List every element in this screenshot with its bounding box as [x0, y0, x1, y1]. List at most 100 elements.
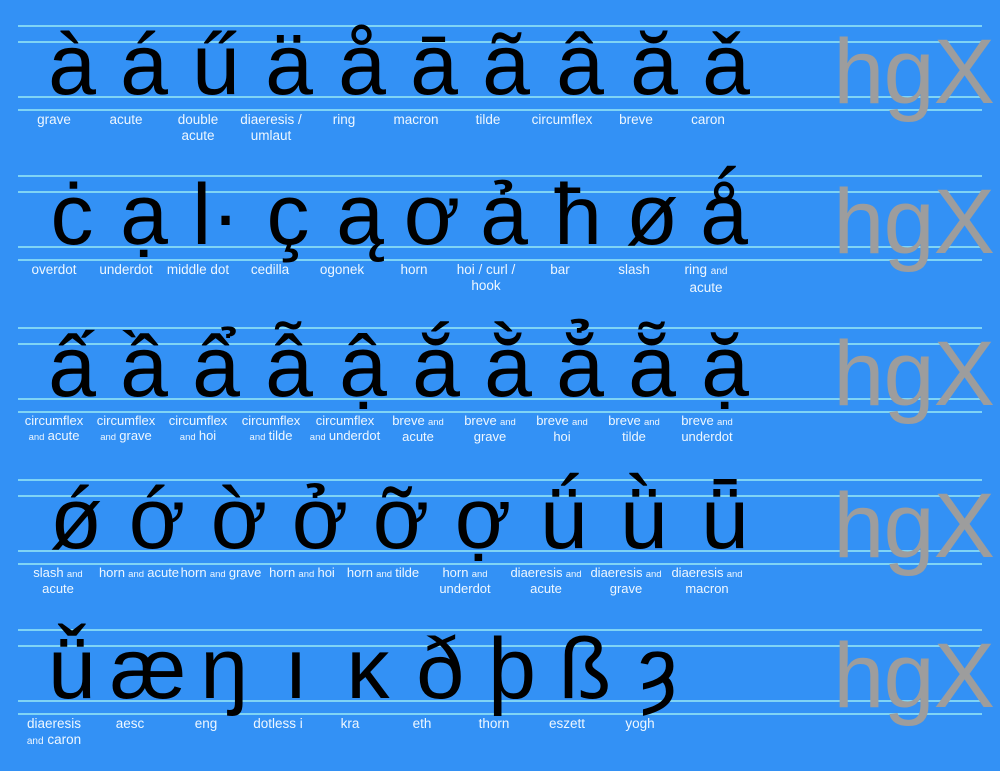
label-term: underdot [328, 428, 381, 443]
glyph-strip: ǿớờởỡợǘǜǖ [36, 476, 766, 562]
label-o-horn-underdot: horn and underdot [424, 566, 506, 597]
label-a-circumflex-acute: circumflex and acute [18, 414, 90, 445]
glyph-u-diaeresis-macron: ǖ [701, 471, 749, 567]
label-term: grave [119, 428, 152, 443]
label-term: horn [346, 565, 373, 580]
label-term: macron [685, 581, 729, 596]
specimen-row: hgX ấ ầ ẩ ẫ ậ ắ ằ ẳ ẵ ặ circumflex and acute circumf… [0, 310, 1000, 460]
label-term: horn [269, 565, 296, 580]
label-term: acute [47, 428, 80, 443]
glyph-l-middle-dot: l· [192, 167, 240, 263]
label-a-grave: grave [37, 112, 71, 127]
label-term: acute [402, 429, 434, 444]
glyph-kra: ĸ [346, 621, 390, 717]
label-conjunction: and [571, 417, 588, 428]
label-conjunction: and [66, 569, 83, 580]
label-c-cedilla: cedilla [250, 262, 290, 277]
glyph-a-circumflex-grave: ầ [120, 319, 168, 415]
hgx-watermark: hgX [833, 625, 995, 727]
label-term: horn [442, 565, 469, 580]
label-strip: circumflex and acute circumflex and grave… [18, 414, 744, 445]
label-dotless-i: dotless i [253, 716, 303, 731]
label-u-double-acute: double acute [177, 112, 219, 143]
label-o-horn-grave: horn and grave [180, 566, 262, 582]
label-conjunction: and [471, 569, 488, 580]
hgx-watermark: hgX [833, 475, 995, 577]
glyph-u-double-acute: ű [192, 17, 240, 113]
label-term: circumflex [24, 413, 84, 428]
glyph-a-breve: ă [630, 17, 678, 113]
glyph-a-tilde: ã [482, 17, 530, 113]
label-conjunction: and [28, 432, 45, 443]
glyph-o-horn: ơ [403, 167, 461, 263]
label-a-ogonek: ogonek [319, 262, 365, 277]
label-conjunction: and [499, 417, 516, 428]
typography-specimen: hgX à á ű ä å ā ã â ă ǎ grave acute double acute diaer… [0, 0, 1000, 771]
label-u-diaeresis-macron: diaeresis and macron [666, 566, 748, 597]
label-term: tilde [622, 429, 646, 444]
label-term: ring [684, 262, 708, 277]
label-u-diaeresis-caron: diaeresis and caron [18, 716, 90, 749]
glyph-a-ogonek: ą [336, 167, 384, 263]
label-term: diaeresis [26, 716, 82, 731]
label-strip: grave acute double acute diaeresis / umlaut… [18, 112, 744, 143]
glyph-c-overdot: ċ [50, 167, 94, 263]
label-o-slash-acute: slash and acute [18, 566, 98, 597]
glyph-o-horn-grave: ờ [210, 471, 268, 567]
glyph-eng: ŋ [200, 621, 248, 717]
glyph-aesc: æ [109, 621, 187, 717]
glyph-a-circumflex: â [556, 17, 604, 113]
label-a-breve-hoi: breve and hoi [526, 414, 598, 445]
glyph-dotless-i: ı [284, 621, 308, 717]
hgx-watermark: hgX [833, 171, 995, 273]
glyph-u-diaeresis-caron: ǚ [48, 621, 96, 717]
label-u-diaeresis-grave: diaeresis and grave [586, 566, 666, 597]
label-a-circumflex-hoi: circumflex and hoi [162, 414, 234, 445]
label-a-macron: macron [393, 112, 439, 127]
label-term: diaeresis [510, 565, 563, 580]
glyph-o-horn-underdot: ợ [454, 471, 512, 567]
label-o-slash: slash [618, 262, 650, 277]
label-a-breve-grave: breve and grave [454, 414, 526, 445]
glyph-u-diaeresis-grave: ǜ [620, 471, 668, 567]
label-a-circumflex-grave: circumflex and grave [90, 414, 162, 445]
glyph-o-horn-hoi: ở [291, 471, 349, 567]
glyph-strip: àáűäåāãâăǎ [36, 22, 762, 108]
label-strip: diaeresis and caron aesc eng dotless i kra et… [18, 716, 676, 749]
label-term: acute [530, 581, 562, 596]
glyph-a-breve-acute: ắ [412, 319, 460, 415]
label-conjunction: and [309, 432, 326, 443]
label-l-middle-dot: middle dot [166, 262, 230, 277]
label-conjunction: and [427, 417, 444, 428]
label-conjunction: and [710, 266, 728, 277]
label-a-breve-tilde: breve and tilde [598, 414, 670, 445]
label-o-horn-acute: horn and acute [98, 566, 180, 582]
label-conjunction: and [645, 569, 662, 580]
glyph-o-slash: ø [625, 167, 679, 263]
label-conjunction: and [726, 569, 743, 580]
label-term: grave [609, 581, 643, 596]
label-a-circumflex: circumflex [531, 112, 593, 127]
label-eszett: eszett [548, 716, 586, 731]
label-a-tilde: tilde [475, 112, 501, 127]
glyph-h-bar: ħ [554, 167, 602, 263]
label-term: grave [228, 565, 262, 580]
glyph-a-circumflex-hoi: ẩ [192, 319, 240, 415]
glyph-strip: ấầẩẫậắằẳẵặ [36, 324, 762, 410]
label-term: horn [180, 565, 207, 580]
glyph-strip: ǚæŋıĸðþßȝ [36, 626, 694, 712]
label-thorn: thorn [478, 716, 510, 731]
label-o-horn-hoi: horn and hoi [262, 566, 342, 582]
label-a-hoi: hoi / curl / hook [456, 262, 516, 293]
label-conjunction: and [128, 569, 145, 580]
label-term: underdot [681, 429, 733, 444]
label-conjunction: and [716, 417, 733, 428]
label-term: circumflex [315, 413, 375, 428]
glyph-a-diaeresis: ä [265, 17, 313, 113]
label-a-breve-acute: breve and acute [382, 414, 454, 445]
label-term: hoi [317, 565, 335, 580]
label-conjunction: and [565, 569, 582, 580]
label-a-caron: caron [691, 112, 725, 127]
label-term: caron [47, 731, 82, 747]
label-o-horn: horn [400, 262, 428, 277]
